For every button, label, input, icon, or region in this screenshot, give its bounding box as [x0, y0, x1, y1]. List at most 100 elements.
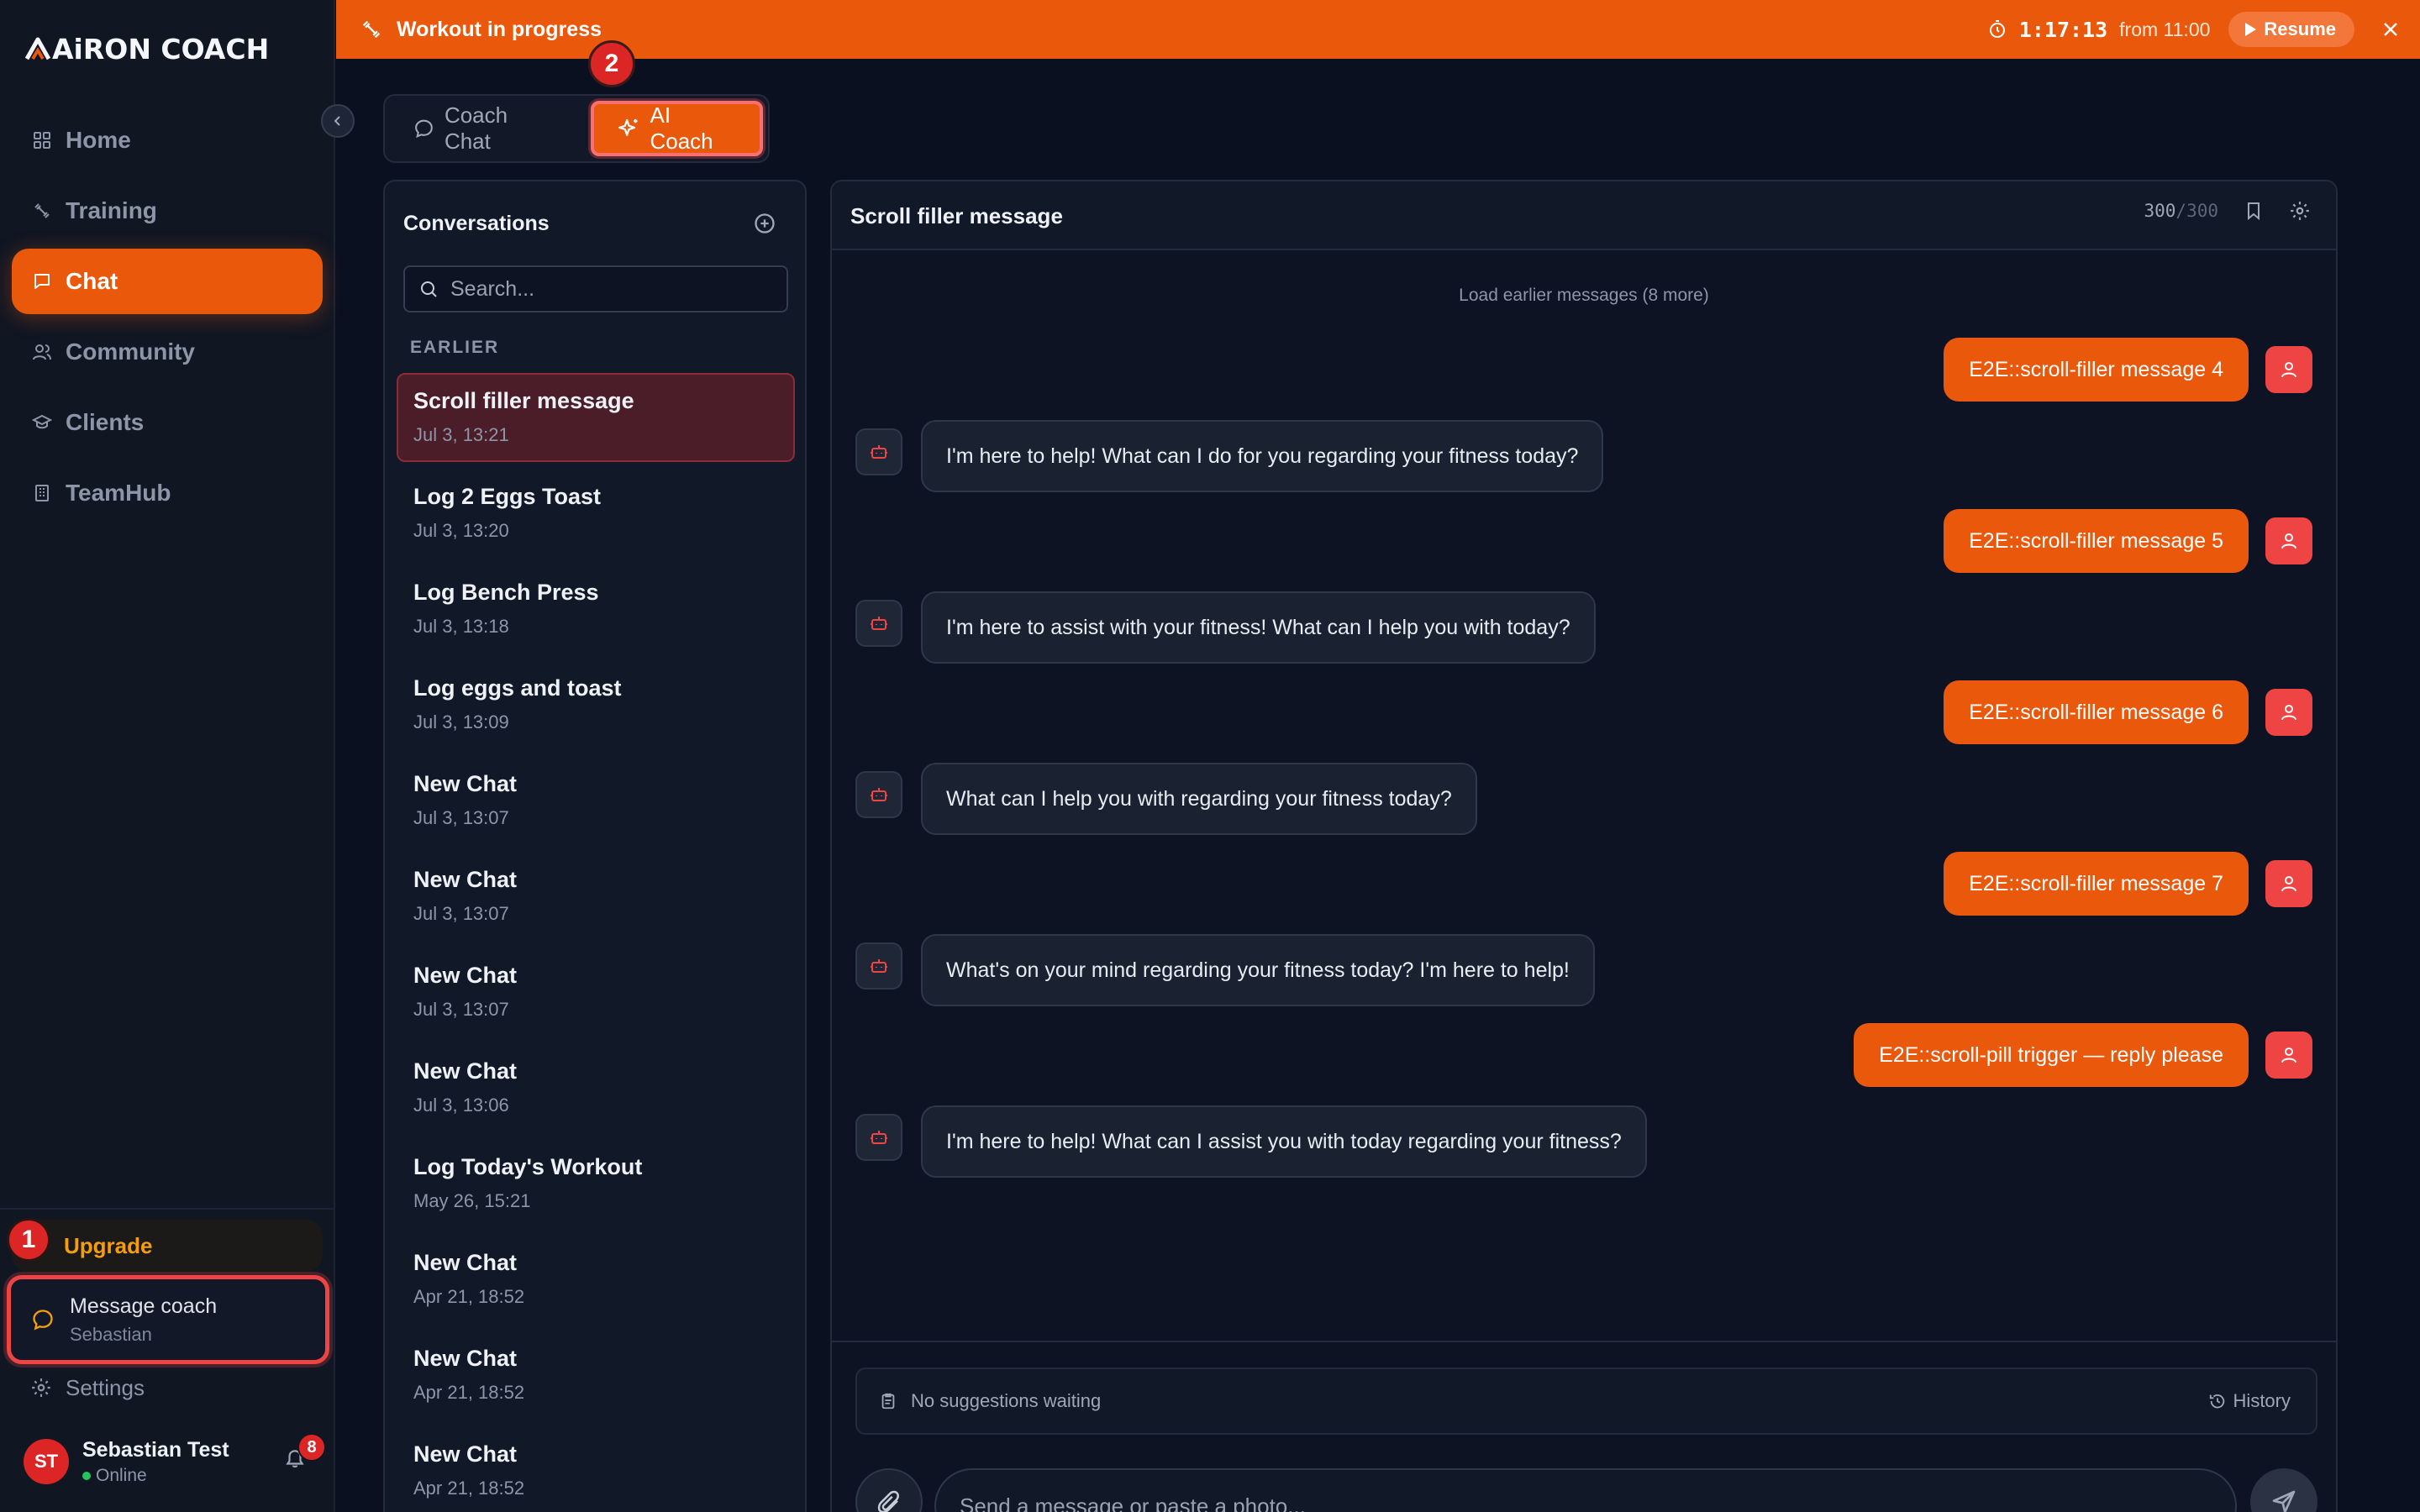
list-item[interactable]: New Chat Jul 3, 13:06	[397, 1043, 795, 1132]
conversation-title: Log Bench Press	[413, 580, 599, 605]
message-counter: 300/300	[2144, 201, 2218, 221]
conversation-date: Jul 3, 13:07	[413, 807, 509, 828]
gear-icon	[32, 1378, 50, 1397]
send-button[interactable]	[2250, 1468, 2317, 1512]
history-button[interactable]: History	[2208, 1369, 2291, 1433]
chat-header: Scroll filler message 300/300	[832, 181, 2336, 250]
close-banner-button[interactable]	[2381, 20, 2400, 39]
list-item[interactable]: New Chat Apr 21, 18:52	[397, 1426, 795, 1512]
user-bubble: E2E::scroll-filler message 7	[1944, 852, 2249, 916]
conversation-title: New Chat	[413, 1058, 518, 1084]
message-coach-title: Message coach	[70, 1294, 218, 1318]
bot-avatar	[855, 600, 902, 647]
avatar: ST	[24, 1439, 69, 1484]
message-input[interactable]	[960, 1493, 2203, 1512]
sidebar-item-settings[interactable]: Settings	[30, 1371, 145, 1404]
suggestions-text: No suggestions waiting	[911, 1390, 1102, 1411]
user-name: Sebastian Test	[82, 1437, 229, 1462]
conversation-date: Jul 3, 13:20	[413, 520, 509, 541]
sidebar-item-training[interactable]: Training	[12, 178, 323, 244]
conversation-date: Jul 3, 13:06	[413, 1095, 509, 1116]
chat-composer: No suggestions waiting History	[832, 1341, 2336, 1512]
conversation-title: Log 2 Eggs Toast	[413, 484, 602, 509]
sidebar-item-label: Clients	[66, 409, 145, 435]
user-bubble: E2E::scroll-filler message 6	[1944, 680, 2249, 744]
workout-timer: 1:17:13	[2018, 17, 2108, 42]
bookmark-button[interactable]	[2244, 200, 2264, 222]
bot-avatar	[855, 942, 902, 990]
conversation-date: Apr 21, 18:52	[413, 1286, 525, 1307]
tab-label: AI Coach	[650, 102, 713, 154]
list-item[interactable]: New Chat Apr 21, 18:52	[397, 1235, 795, 1324]
sidebar-item-teamhub[interactable]: TeamHub	[12, 460, 323, 526]
user-message: E2E::scroll-filler message 5	[1944, 509, 2312, 573]
list-item[interactable]: New Chat Jul 3, 13:07	[397, 948, 795, 1037]
bot-avatar	[855, 1114, 902, 1161]
list-item[interactable]: New Chat Jul 3, 13:07	[397, 852, 795, 941]
resume-button[interactable]: Resume	[2228, 12, 2354, 47]
stopwatch-icon	[1989, 20, 2005, 38]
bot-avatar	[855, 771, 902, 818]
workout-banner[interactable]: Workout in progress 1:17:13 from 11:00 R…	[336, 0, 2420, 59]
conversation-title: Log Today's Workout	[413, 1154, 643, 1179]
new-conversation-button[interactable]	[753, 212, 776, 235]
step-badge-2: 2	[588, 40, 635, 87]
message-coach-button[interactable]: Message coach Sebastian	[7, 1275, 329, 1364]
sidebar-item-community[interactable]: Community	[12, 319, 323, 385]
conversation-title: New Chat	[413, 771, 518, 796]
user-icon	[2281, 876, 2296, 892]
attach-button[interactable]	[855, 1468, 923, 1512]
conversation-title: New Chat	[413, 963, 518, 988]
user-icon	[2281, 533, 2296, 549]
suggestions-bar: No suggestions waiting History	[855, 1368, 2317, 1435]
conversation-date: Apr 21, 18:52	[413, 1382, 525, 1403]
list-item[interactable]: New Chat Apr 21, 18:52	[397, 1331, 795, 1420]
user-profile[interactable]: ST Sebastian Test Online	[24, 1435, 318, 1488]
sidebar-item-label: Community	[66, 339, 195, 365]
tab-coach-chat[interactable]: Coach Chat	[390, 101, 579, 156]
conversation-date: Jul 3, 13:18	[413, 616, 509, 637]
message-coach-subtitle: Sebastian	[70, 1323, 152, 1345]
user-message: E2E::scroll-filler message 4	[1944, 338, 2312, 402]
sidebar-nav: Home Training Chat Community Clients Tea…	[12, 108, 323, 531]
tab-ai-coach[interactable]: AI Coach	[590, 101, 763, 156]
bot-bubble: I'm here to help! What can I assist you …	[921, 1105, 1647, 1178]
list-item[interactable]: Log 2 Eggs Toast Jul 3, 13:20	[397, 469, 795, 558]
load-earlier-button[interactable]: Load earlier messages (8 more)	[832, 286, 2336, 306]
chat-settings-button[interactable]	[2289, 200, 2311, 222]
play-icon	[2245, 23, 2257, 36]
robot-icon	[871, 1131, 887, 1144]
robot-icon	[871, 788, 887, 801]
users-icon	[30, 340, 54, 364]
collapse-sidebar-button[interactable]	[321, 104, 355, 138]
user-avatar	[2265, 1032, 2312, 1079]
conversation-date: Apr 21, 18:52	[413, 1478, 525, 1499]
bot-bubble: What's on your mind regarding your fitne…	[921, 934, 1595, 1006]
chat-bubble-icon	[33, 1310, 53, 1331]
search-input[interactable]	[450, 276, 778, 302]
list-item[interactable]: Scroll filler message Jul 3, 13:21	[397, 373, 795, 462]
dumbbell-icon	[30, 199, 54, 223]
search-icon	[421, 281, 437, 297]
list-item[interactable]: New Chat Jul 3, 13:07	[397, 756, 795, 845]
list-item[interactable]: Log Today's Workout May 26, 15:21	[397, 1139, 795, 1228]
sidebar-item-home[interactable]: Home	[12, 108, 323, 173]
conversation-title: Log eggs and toast	[413, 675, 622, 701]
app-logo[interactable]: AiRON COACH	[25, 30, 269, 67]
logo-text: AiRON COACH	[52, 32, 270, 66]
list-item[interactable]: Log eggs and toast Jul 3, 13:09	[397, 660, 795, 749]
bot-message: I'm here to help! What can I do for you …	[855, 420, 1604, 492]
conversation-date: Jul 3, 13:09	[413, 711, 509, 732]
message-field	[934, 1468, 2237, 1512]
sidebar-item-clients[interactable]: Clients	[12, 390, 323, 455]
list-item[interactable]: Log Bench Press Jul 3, 13:18	[397, 564, 795, 654]
conversation-title: New Chat	[413, 1441, 518, 1467]
sidebar-item-chat[interactable]: Chat	[12, 249, 323, 314]
user-avatar	[2265, 517, 2312, 564]
user-icon	[2281, 362, 2296, 378]
workout-start-time: from 11:00	[2119, 18, 2211, 40]
conversation-date: Jul 3, 13:07	[413, 903, 509, 924]
bot-bubble: I'm here to help! What can I do for you …	[921, 420, 1604, 492]
sidebar-divider	[0, 1208, 335, 1210]
upgrade-button[interactable]: Upgrade	[12, 1220, 323, 1272]
